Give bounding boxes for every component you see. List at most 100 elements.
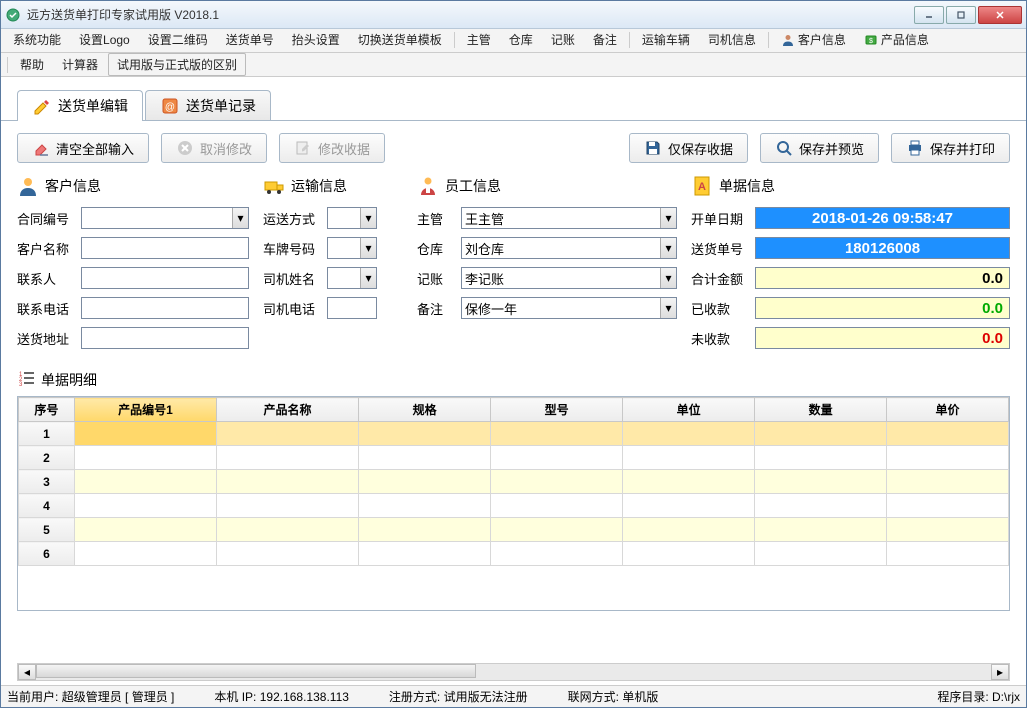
cell[interactable]: [623, 494, 755, 518]
menu-header[interactable]: 抬头设置: [284, 29, 348, 50]
cell[interactable]: [491, 542, 623, 566]
plate-combo[interactable]: ▾: [327, 237, 377, 259]
cell[interactable]: [216, 422, 358, 446]
menu-customer-info[interactable]: 客户信息: [773, 29, 854, 50]
cell[interactable]: [887, 518, 1009, 542]
menu-delivery-no[interactable]: 送货单号: [218, 29, 282, 50]
scroll-track[interactable]: [36, 664, 991, 680]
cell[interactable]: [74, 470, 216, 494]
save-print-button[interactable]: 保存并打印: [891, 133, 1010, 163]
cell[interactable]: [491, 494, 623, 518]
table-row[interactable]: 5: [19, 518, 1009, 542]
chevron-down-icon[interactable]: ▾: [360, 238, 376, 258]
cell[interactable]: [359, 470, 491, 494]
menu-warehouse[interactable]: 仓库: [501, 29, 541, 50]
menu-trial-diff[interactable]: 试用版与正式版的区别: [108, 53, 246, 76]
column-header[interactable]: 单位: [623, 398, 755, 422]
supervisor-combo[interactable]: 王主管▾: [461, 207, 677, 229]
cell[interactable]: [491, 518, 623, 542]
cell[interactable]: [359, 422, 491, 446]
cell[interactable]: [359, 446, 491, 470]
menu-system[interactable]: 系统功能: [5, 29, 69, 50]
scroll-thumb[interactable]: [36, 664, 476, 678]
chevron-down-icon[interactable]: ▾: [360, 208, 376, 228]
cell[interactable]: [623, 518, 755, 542]
table-row[interactable]: 2: [19, 446, 1009, 470]
contact-input[interactable]: [81, 267, 249, 289]
cell[interactable]: [359, 542, 491, 566]
cell[interactable]: [216, 542, 358, 566]
column-header[interactable]: 产品编号1: [74, 398, 216, 422]
menu-logo[interactable]: 设置Logo: [71, 29, 138, 50]
cell[interactable]: [359, 494, 491, 518]
maximize-button[interactable]: [946, 6, 976, 24]
chevron-down-icon[interactable]: ▾: [360, 268, 376, 288]
column-header[interactable]: 规格: [359, 398, 491, 422]
cell[interactable]: [755, 518, 887, 542]
cell[interactable]: [491, 446, 623, 470]
cell[interactable]: [887, 494, 1009, 518]
cell[interactable]: [623, 446, 755, 470]
cell[interactable]: [216, 470, 358, 494]
scroll-left-button[interactable]: ◂: [18, 664, 36, 680]
date-value[interactable]: 2018-01-26 09:58:47: [755, 207, 1010, 229]
ship-method-combo[interactable]: ▾: [327, 207, 377, 229]
chevron-down-icon[interactable]: ▾: [660, 238, 676, 258]
save-only-button[interactable]: 仅保存收据: [629, 133, 748, 163]
menu-supervisor[interactable]: 主管: [459, 29, 499, 50]
cell[interactable]: [74, 542, 216, 566]
cell[interactable]: [491, 422, 623, 446]
table-row[interactable]: 4: [19, 494, 1009, 518]
cell[interactable]: [359, 518, 491, 542]
chevron-down-icon[interactable]: ▾: [660, 298, 676, 318]
driver-combo[interactable]: ▾: [327, 267, 377, 289]
cell[interactable]: [216, 446, 358, 470]
cell[interactable]: [74, 518, 216, 542]
contract-no-combo[interactable]: ▾: [81, 207, 249, 229]
column-header[interactable]: 单价: [887, 398, 1009, 422]
table-row[interactable]: 6: [19, 542, 1009, 566]
cell[interactable]: [755, 470, 887, 494]
cancel-button[interactable]: 取消修改: [161, 133, 267, 163]
column-header[interactable]: 序号: [19, 398, 75, 422]
address-input[interactable]: [81, 327, 249, 349]
cell[interactable]: [216, 494, 358, 518]
menu-accountant[interactable]: 记账: [543, 29, 583, 50]
cell[interactable]: [887, 542, 1009, 566]
customer-name-input[interactable]: [81, 237, 249, 259]
chevron-down-icon[interactable]: ▾: [660, 268, 676, 288]
cell[interactable]: [623, 422, 755, 446]
table-row[interactable]: 3: [19, 470, 1009, 494]
chevron-down-icon[interactable]: ▾: [232, 208, 248, 228]
menu-qrcode[interactable]: 设置二维码: [140, 29, 216, 50]
cell[interactable]: [74, 422, 216, 446]
save-preview-button[interactable]: 保存并预览: [760, 133, 879, 163]
menu-driver[interactable]: 司机信息: [700, 29, 764, 50]
table-row[interactable]: 1: [19, 422, 1009, 446]
chevron-down-icon[interactable]: ▾: [660, 208, 676, 228]
cell[interactable]: [216, 518, 358, 542]
detail-grid[interactable]: 序号产品编号1产品名称规格型号单位数量单价 123456: [17, 396, 1010, 611]
modify-button[interactable]: 修改收据: [279, 133, 385, 163]
clear-button[interactable]: 清空全部输入: [17, 133, 149, 163]
minimize-button[interactable]: [914, 6, 944, 24]
cell[interactable]: [755, 494, 887, 518]
cell[interactable]: [887, 446, 1009, 470]
cell[interactable]: [887, 470, 1009, 494]
column-header[interactable]: 数量: [755, 398, 887, 422]
tab-records[interactable]: @ 送货单记录: [145, 90, 271, 120]
tab-edit[interactable]: 送货单编辑: [17, 90, 143, 121]
column-header[interactable]: 型号: [491, 398, 623, 422]
accountant-combo[interactable]: 李记账▾: [461, 267, 677, 289]
warehouse-combo[interactable]: 刘仓库▾: [461, 237, 677, 259]
cell[interactable]: [74, 494, 216, 518]
cell[interactable]: [755, 542, 887, 566]
cell[interactable]: [623, 470, 755, 494]
close-button[interactable]: [978, 6, 1022, 24]
menu-vehicle[interactable]: 运输车辆: [634, 29, 698, 50]
menu-template[interactable]: 切换送货单模板: [350, 29, 450, 50]
menu-product-info[interactable]: $ 产品信息: [856, 29, 937, 50]
cell[interactable]: [755, 446, 887, 470]
remark-combo[interactable]: 保修一年▾: [461, 297, 677, 319]
driver-phone-input[interactable]: [327, 297, 377, 319]
